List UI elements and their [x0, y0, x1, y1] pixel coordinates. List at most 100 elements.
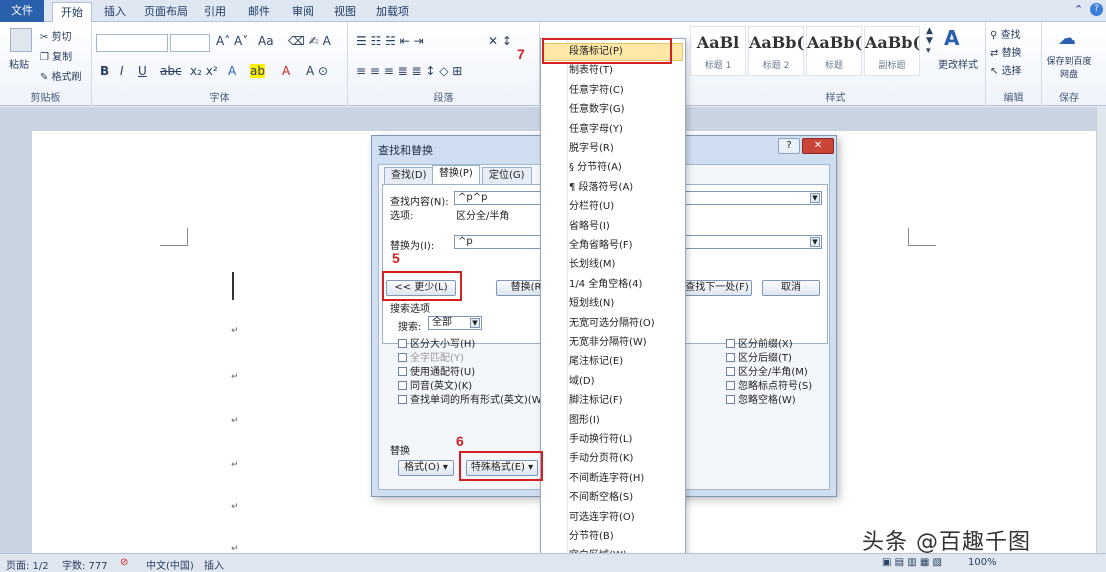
- status-page[interactable]: 页面: 1/2: [6, 557, 49, 572]
- checkbox-sounds-like[interactable]: 同音(英文)(K): [398, 377, 472, 392]
- menu-item-special-char[interactable]: 脱字号(R): [569, 140, 614, 158]
- menu-item-special-char[interactable]: 分栏符(U): [569, 198, 614, 216]
- checkbox-wildcards[interactable]: 使用通配符(U): [398, 363, 475, 378]
- menu-item-special-char[interactable]: 手动换行符(L): [569, 431, 632, 449]
- format-painter-button[interactable]: ✎ 格式刷: [40, 68, 82, 83]
- find-next-button[interactable]: 查找下一处(F): [682, 280, 752, 296]
- tab-page-layout[interactable]: 页面布局: [136, 2, 196, 22]
- style-title[interactable]: AaBb( 标题: [806, 26, 862, 76]
- menu-item-special-char[interactable]: 分节符(B): [569, 528, 614, 546]
- highlight-icon[interactable]: ab: [250, 64, 265, 78]
- style-heading-1[interactable]: AaBl 标题 1: [690, 26, 746, 76]
- status-insert-mode[interactable]: 插入: [204, 557, 224, 572]
- status-zoom[interactable]: 100%: [968, 557, 997, 568]
- menu-item-special-char[interactable]: 不间断空格(S): [569, 489, 633, 507]
- font-size-combo[interactable]: [170, 34, 210, 52]
- menu-item-special-char[interactable]: 无宽可选分隔符(O): [569, 315, 655, 333]
- menu-item-special-char[interactable]: 手动分页符(K): [569, 450, 633, 468]
- tab-goto[interactable]: 定位(G): [482, 167, 532, 184]
- status-language[interactable]: 中文(中国): [146, 557, 194, 572]
- tab-addins[interactable]: 加载项: [368, 2, 417, 22]
- checkbox-ignore-punct[interactable]: 忽略标点符号(S): [726, 377, 812, 392]
- grow-font-icon[interactable]: A˄ A˅: [216, 34, 248, 48]
- menu-item-special-char[interactable]: 制表符(T): [569, 62, 613, 80]
- select-button[interactable]: ↖ 选择: [990, 62, 1022, 77]
- menu-item-special-char[interactable]: 全角省略号(F): [569, 237, 633, 255]
- proofing-icon[interactable]: ⊘: [120, 557, 128, 568]
- tab-mailings[interactable]: 邮件: [240, 2, 278, 22]
- strikethrough-icon[interactable]: abc: [160, 64, 182, 78]
- find-button[interactable]: ⚲ 查找: [990, 26, 1021, 41]
- menu-item-special-char[interactable]: 不间断连字符(H): [569, 470, 644, 488]
- underline-icon[interactable]: U: [138, 64, 147, 78]
- style-heading-2[interactable]: AaBb( 标题 2: [748, 26, 804, 76]
- dialog-close-icon[interactable]: ✕: [802, 138, 834, 154]
- menu-item-special-char[interactable]: 图形(I): [569, 412, 600, 430]
- chevron-down-icon[interactable]: ▼: [810, 193, 820, 203]
- style-subtitle[interactable]: AaBb( 副标题: [864, 26, 920, 76]
- font-name-combo[interactable]: [96, 34, 168, 52]
- menu-item-special-char[interactable]: 任意数字(G): [569, 101, 625, 119]
- tab-find[interactable]: 查找(D): [384, 167, 434, 184]
- italic-icon[interactable]: I: [120, 64, 124, 78]
- styles-more-icon[interactable]: ▲ ▼ ▾: [926, 26, 933, 56]
- tab-insert[interactable]: 插入: [96, 2, 134, 22]
- tab-references[interactable]: 引用: [196, 2, 234, 22]
- checkbox-match-suffix[interactable]: 区分后缀(T): [726, 349, 792, 364]
- checkbox-match-case[interactable]: 区分大小写(H): [398, 335, 475, 350]
- menu-item-special-char[interactable]: 任意字符(C): [569, 82, 624, 100]
- menu-item-special-char[interactable]: 1/4 全角空格(4): [569, 276, 642, 294]
- subscript-icon[interactable]: x₂ x²: [190, 64, 218, 78]
- tab-replace[interactable]: 替换(P): [432, 165, 480, 185]
- menu-item-special-char[interactable]: 无宽非分隔符(W): [569, 334, 647, 352]
- font-color-icon[interactable]: A: [282, 64, 290, 78]
- cut-button[interactable]: ✂ 剪切: [40, 28, 72, 43]
- checkbox-whole-word[interactable]: 全字匹配(Y): [398, 349, 464, 364]
- checkbox-ignore-space[interactable]: 忽略空格(W): [726, 391, 796, 406]
- chevron-down-icon[interactable]: ▼: [810, 237, 820, 247]
- minimize-ribbon-icon[interactable]: ⌃: [1074, 3, 1083, 16]
- clear-format-icon[interactable]: ⌫ ✍ A: [288, 34, 331, 48]
- align-icons[interactable]: ≡ ≡ ≡ ≣ ≣ ↕ ◇ ⊞: [356, 64, 462, 78]
- tab-view[interactable]: 视图: [326, 2, 364, 22]
- menu-item-special-char[interactable]: § 分节符(A): [569, 159, 622, 177]
- save-to-cloud-button[interactable]: 保存到百度网盘: [1044, 54, 1094, 80]
- text-effects-icon[interactable]: A: [228, 64, 236, 78]
- view-mode-icons[interactable]: ▣ ▤ ▥ ▦ ▧: [882, 557, 942, 568]
- cancel-button[interactable]: 取消: [762, 280, 820, 296]
- checkbox-match-prefix[interactable]: 区分前缀(X): [726, 335, 793, 350]
- menu-item-special-char[interactable]: 省略号(I): [569, 218, 610, 236]
- menu-item-special-char[interactable]: ¶ 段落符号(A): [569, 179, 633, 197]
- menu-item-special-char[interactable]: 长划线(M): [569, 256, 615, 274]
- menu-item-special-char[interactable]: 脚注标记(F): [569, 392, 623, 410]
- vertical-scrollbar[interactable]: [1096, 107, 1106, 553]
- status-word-count[interactable]: 字数: 777: [62, 557, 108, 572]
- annotation-box-6: [459, 451, 543, 481]
- menu-item-special-char[interactable]: 可选连字符(O): [569, 509, 635, 527]
- checkbox-word-forms[interactable]: 查找单词的所有形式(英文)(W): [398, 391, 546, 406]
- menu-item-special-char[interactable]: 短划线(N): [569, 295, 614, 313]
- change-case-icon[interactable]: Aa: [258, 34, 274, 48]
- format-button[interactable]: 格式(O) ▾: [398, 460, 454, 476]
- change-styles-button[interactable]: 更改样式: [938, 56, 978, 71]
- help-icon[interactable]: ?: [1090, 3, 1103, 16]
- dialog-help-icon[interactable]: ?: [778, 138, 800, 154]
- search-direction-select[interactable]: 全部 ▼: [428, 316, 482, 330]
- replace-button[interactable]: ⇄ 替换: [990, 44, 1022, 59]
- menu-item-special-char[interactable]: 任意字母(Y): [569, 121, 623, 139]
- menu-item-special-char[interactable]: 域(D): [569, 373, 595, 391]
- tab-home[interactable]: 开始: [52, 2, 92, 23]
- menu-item-special-char[interactable]: 尾注标记(E): [569, 353, 623, 371]
- find-what-label: 查找内容(N):: [390, 197, 449, 208]
- copy-button[interactable]: ❐ 复制: [40, 48, 72, 63]
- checkbox-match-width[interactable]: 区分全/半角(M): [726, 363, 808, 378]
- bold-icon[interactable]: B: [100, 64, 109, 78]
- tab-file[interactable]: 文件: [0, 0, 44, 22]
- char-shading-icon[interactable]: A ⊙: [306, 64, 328, 78]
- bullets-icon[interactable]: ☰ ☷ ☵ ⇤ ⇥: [356, 34, 424, 48]
- asian-layout-icon[interactable]: ✕ ↕: [488, 34, 512, 48]
- tab-review[interactable]: 审阅: [284, 2, 322, 22]
- annotation-box-7: [542, 38, 672, 64]
- chevron-down-icon[interactable]: ▼: [470, 318, 480, 328]
- paste-button[interactable]: 粘贴: [9, 56, 29, 71]
